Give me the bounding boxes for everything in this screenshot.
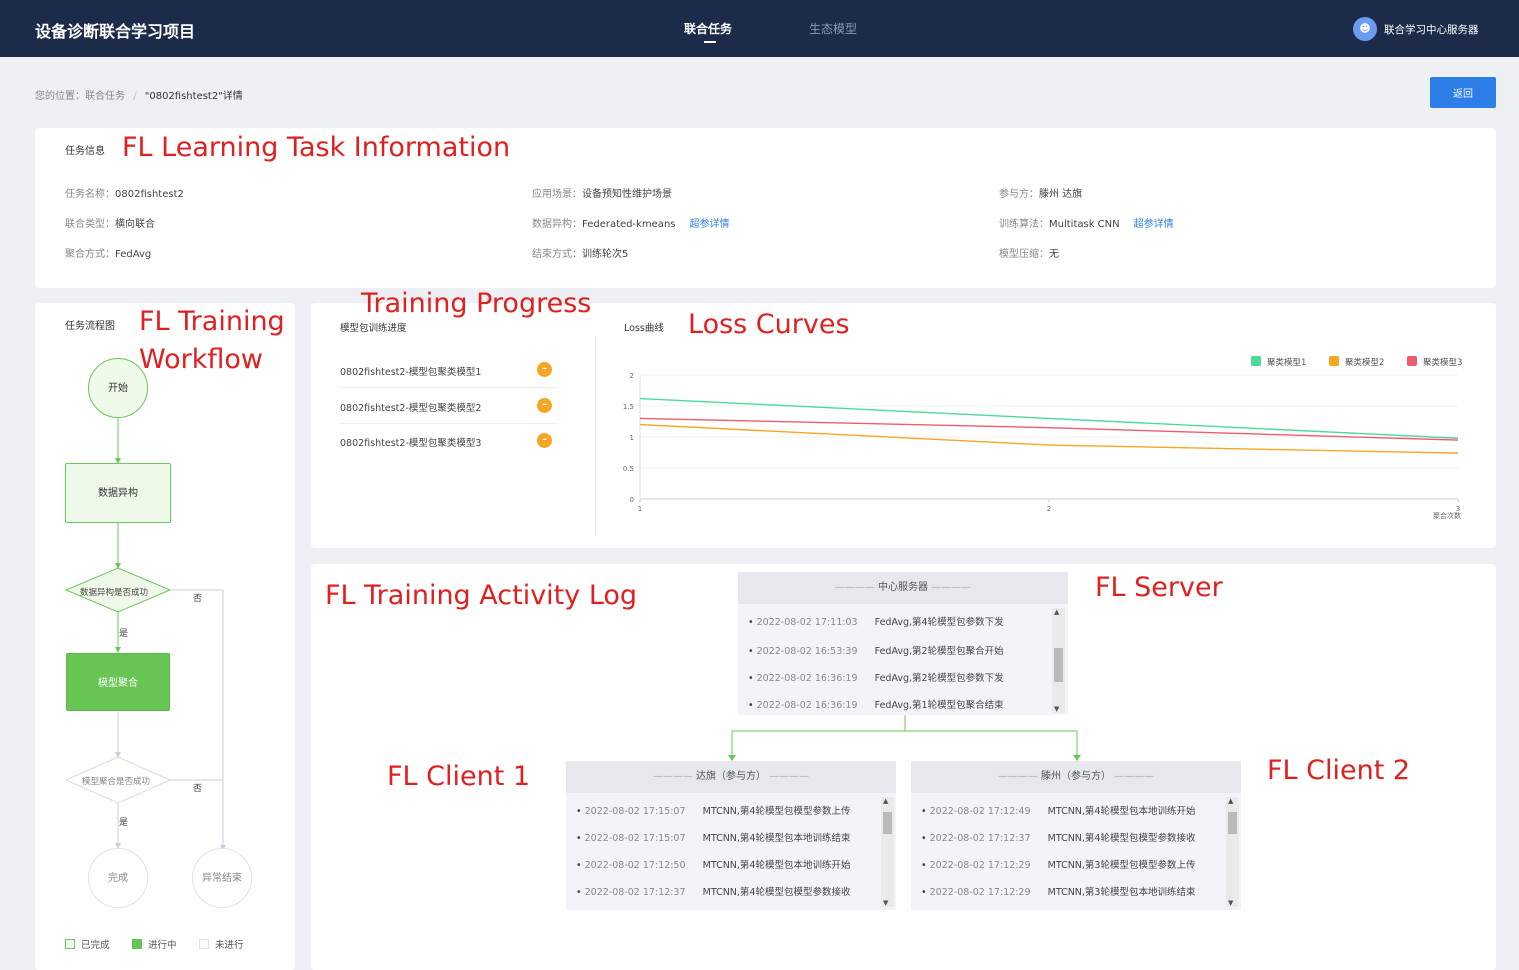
wf-legend-done: 已完成 xyxy=(65,937,110,951)
user-icon[interactable]: ☻ xyxy=(1353,17,1377,41)
log-entry: • 2022-08-02 17:15:07 MTCNN,第4轮模型包本地训练结束 xyxy=(576,833,851,844)
info-compression: 模型压缩：无 xyxy=(999,249,1059,260)
breadcrumb: 您的位置：联合任务 / "0802fishtest2"详情 xyxy=(35,87,243,102)
info-algo: 训练算法：Multitask CNN 超参详情 xyxy=(999,219,1174,230)
log-entry: • 2022-08-02 17:12:37 MTCNN,第4轮模型包模型参数接收 xyxy=(921,833,1196,844)
info-scene: 应用场景：设备预知性维护场景 xyxy=(532,189,672,200)
pending-icon: – xyxy=(537,398,552,413)
progress-item[interactable]: 0802fishtest2-模型包聚类模型2– xyxy=(340,388,558,424)
panel-divider xyxy=(595,335,596,535)
x-tick-label: 2 xyxy=(1047,505,1051,513)
server-log-scrollbar[interactable]: ▲ ▼ xyxy=(1052,608,1065,713)
client1-log-panel: ———— 达旗（参与方） ———— • 2022-08-02 17:15:07 M… xyxy=(566,761,896,910)
progress-item[interactable]: 0802fishtest2-模型包聚类模型3– xyxy=(340,423,558,459)
info-end-mode: 结束方式：训练轮次5 xyxy=(532,249,629,260)
wf-yes-label-1: 是 xyxy=(119,629,129,639)
log-entry: • 2022-08-02 17:12:49 MTCNN,第4轮模型包本地训练开始 xyxy=(921,806,1196,817)
wf-done-node: 完成 xyxy=(88,848,148,908)
wf-hetero-node: 数据异构 xyxy=(65,463,171,523)
client2-log-scrollbar[interactable]: ▲ ▼ xyxy=(1226,797,1239,907)
wf-legend-pending: 未进行 xyxy=(199,937,244,951)
top-nav-bar: 设备诊断联合学习项目 联合任务 生态模型 ☻ 联合学习中心服务器 xyxy=(0,0,1519,57)
y-tick-label: 2 xyxy=(630,372,634,380)
breadcrumb-separator: / xyxy=(133,91,137,102)
annotation-client1: FL Client 1 xyxy=(387,761,531,792)
progress-item[interactable]: 0802fishtest2-模型包聚类模型1– xyxy=(340,352,558,388)
wf-aggregate-node: 模型聚合 xyxy=(66,653,170,711)
wf-yes-label-2: 是 xyxy=(119,818,129,828)
log-entry: • 2022-08-02 16:36:19 FedAvg,第2轮模型包参数下发 xyxy=(748,673,1004,684)
breadcrumb-current: "0802fishtest2"详情 xyxy=(144,91,243,102)
loss-chart: 00.511.521 2 3聚合次数 xyxy=(623,372,1461,520)
x-tick-label: 1 xyxy=(638,505,642,513)
progress-title: 模型包训练进度 xyxy=(340,323,407,334)
algo-params-link[interactable]: 超参详情 xyxy=(1134,219,1174,230)
hetero-params-link[interactable]: 超参详情 xyxy=(690,219,730,230)
pending-icon: – xyxy=(537,362,552,377)
annotation-client2: FL Client 2 xyxy=(1267,755,1411,786)
y-tick-label: 0.5 xyxy=(623,465,634,473)
client1-log-title: ———— 达旗（参与方） ———— xyxy=(566,761,896,793)
log-entry: • 2022-08-02 17:15:07 MTCNN,第4轮模型包模型参数上传 xyxy=(576,806,851,817)
nav-active-indicator xyxy=(704,41,716,43)
task-info-title: 任务信息 xyxy=(65,146,105,157)
x-axis-label: 聚合次数 xyxy=(1433,511,1461,520)
loss-series-line-1 xyxy=(639,397,1459,439)
log-entry: • 2022-08-02 17:11:03 FedAvg,第4轮模型包参数下发 xyxy=(748,617,1004,628)
annotation-task-info: FL Learning Task Information xyxy=(122,132,511,163)
wf-no-label-1: 否 xyxy=(193,594,203,604)
loss-series-line-2 xyxy=(639,423,1459,454)
wf-no-label-2: 否 xyxy=(193,784,203,794)
annotation-activity-log: FL Training Activity Log xyxy=(325,580,638,611)
annotation-progress: Training Progress xyxy=(361,288,592,319)
wf-abnormal-node: 异常结束 xyxy=(192,848,252,908)
nav-tab-models[interactable]: 生态模型 xyxy=(809,20,857,37)
annotation-workflow-line2: Workflow xyxy=(139,344,263,375)
server-log-title: ———— 中心服务器 ———— xyxy=(738,572,1068,604)
annotation-server: FL Server xyxy=(1095,572,1223,603)
workflow-connectors xyxy=(64,418,226,851)
y-tick-label: 1.5 xyxy=(623,403,634,411)
breadcrumb-link[interactable]: 您的位置：联合任务 xyxy=(35,91,125,102)
app-title: 设备诊断联合学习项目 xyxy=(35,22,196,41)
pending-icon: – xyxy=(537,433,552,448)
info-task-name: 任务名称：0802fishtest2 xyxy=(65,189,184,200)
server-client-connectors xyxy=(728,715,1081,761)
log-entry: • 2022-08-02 17:12:29 MTCNN,第3轮模型包本地训练结束 xyxy=(921,887,1196,898)
info-aggregation: 聚合方式：FedAvg xyxy=(65,249,152,260)
annotation-workflow-line1: FL Training xyxy=(139,306,285,337)
info-fed-type: 联合类型：横向联合 xyxy=(65,219,155,230)
log-entry: • 2022-08-02 17:12:50 MTCNN,第4轮模型包本地训练开始 xyxy=(576,860,851,871)
loss-chart-title: Loss曲线 xyxy=(624,323,664,334)
client2-log-title: ———— 滕州（参与方） ———— xyxy=(911,761,1241,793)
y-tick-label: 1 xyxy=(630,434,634,442)
info-parties: 参与方：滕州 达旗 xyxy=(999,189,1083,200)
wf-agg-check-label: 模型聚合是否成功 xyxy=(82,777,151,787)
client2-log-panel: ———— 滕州（参与方） ———— • 2022-08-02 17:12:49 M… xyxy=(911,761,1241,910)
nav-tab-tasks[interactable]: 联合任务 xyxy=(684,20,732,37)
info-hetero: 数据异构：Federated-kmeans 超参详情 xyxy=(532,219,730,230)
log-entry: • 2022-08-02 16:36:19 FedAvg,第1轮模型包聚合结束 xyxy=(748,700,1004,711)
client1-log-scrollbar[interactable]: ▲ ▼ xyxy=(881,797,894,907)
user-name[interactable]: 联合学习中心服务器 xyxy=(1384,22,1479,37)
log-entry: • 2022-08-02 17:12:29 MTCNN,第3轮模型包模型参数上传 xyxy=(921,860,1196,871)
y-tick-label: 0 xyxy=(630,496,634,504)
log-entry: • 2022-08-02 16:53:39 FedAvg,第2轮模型包聚合开始 xyxy=(748,646,1004,657)
wf-hetero-check-label: 数据异构是否成功 xyxy=(80,588,149,598)
wf-legend-running: 进行中 xyxy=(132,937,177,951)
log-entry: • 2022-08-02 17:12:37 MTCNN,第4轮模型包模型参数接收 xyxy=(576,887,851,898)
server-log-panel: ———— 中心服务器 ———— • 2022-08-02 17:11:03 Fed… xyxy=(738,572,1068,715)
back-button[interactable]: 返回 xyxy=(1430,77,1496,108)
annotation-loss: Loss Curves xyxy=(688,309,850,340)
